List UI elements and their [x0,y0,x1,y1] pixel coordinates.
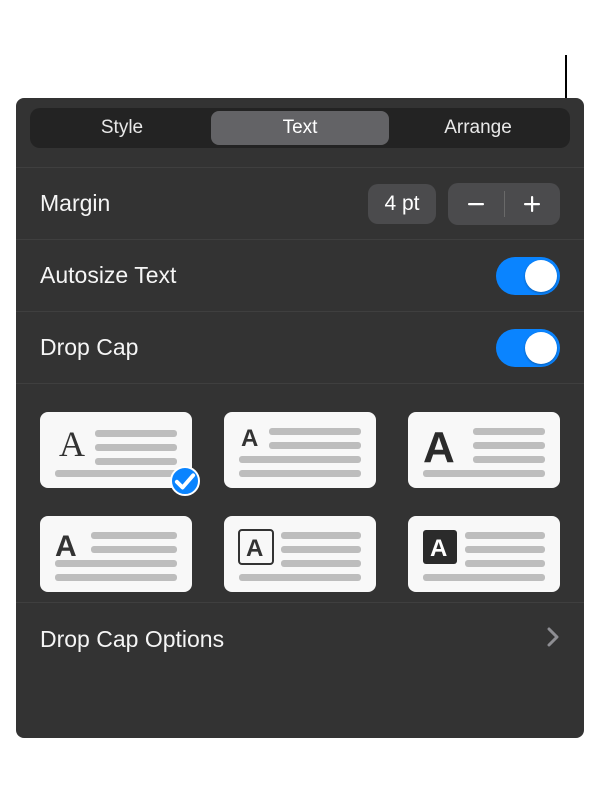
chevron-right-icon [546,626,560,653]
dropcap-preview-icon: A [234,422,366,478]
dropcap-preview-icon: A [418,526,550,582]
svg-text:A: A [59,424,85,464]
dropcap-toggle[interactable] [496,329,560,367]
margin-decrease-button[interactable] [448,183,504,225]
dropcap-style-3[interactable]: A [408,412,560,488]
minus-icon [466,194,486,214]
dropcap-style-5[interactable]: A [224,516,376,592]
format-tabs: Style Text Arrange [30,108,570,148]
margin-stepper [448,183,560,225]
dropcap-preview-icon: A [418,422,550,478]
plus-icon [522,194,542,214]
autosize-label: Autosize Text [40,262,496,289]
margin-controls: 4 pt [368,183,560,225]
margin-label: Margin [40,190,368,217]
svg-text:A: A [246,535,263,562]
dropcap-row: Drop Cap [16,312,584,384]
dropcap-preview-icon: A [50,526,182,582]
margin-row: Margin 4 pt [16,168,584,240]
dropcap-styles-grid: A A A [16,384,584,603]
tab-text[interactable]: Text [211,111,389,145]
toggle-knob [525,260,557,292]
margin-increase-button[interactable] [505,183,561,225]
panel-divider [16,156,584,168]
dropcap-preview-icon: A [50,422,182,478]
dropcap-label: Drop Cap [40,334,496,361]
autosize-row: Autosize Text [16,240,584,312]
autosize-toggle[interactable] [496,257,560,295]
tab-style[interactable]: Style [33,111,211,145]
dropcap-options-label: Drop Cap Options [40,626,546,653]
svg-text:A: A [423,423,455,472]
dropcap-style-1[interactable]: A [40,412,192,488]
dropcap-options-row[interactable]: Drop Cap Options [16,603,584,675]
toggle-knob [525,332,557,364]
margin-value[interactable]: 4 pt [368,184,436,224]
dropcap-style-6[interactable]: A [408,516,560,592]
dropcap-style-2[interactable]: A [224,412,376,488]
svg-text:A: A [55,530,77,563]
svg-text:A: A [430,535,447,562]
selected-check-icon [170,466,200,496]
tab-arrange[interactable]: Arrange [389,111,567,145]
dropcap-style-4[interactable]: A [40,516,192,592]
svg-text:A: A [241,425,258,452]
dropcap-preview-icon: A [234,526,366,582]
format-panel: Style Text Arrange Margin 4 pt Autosize … [16,98,584,738]
